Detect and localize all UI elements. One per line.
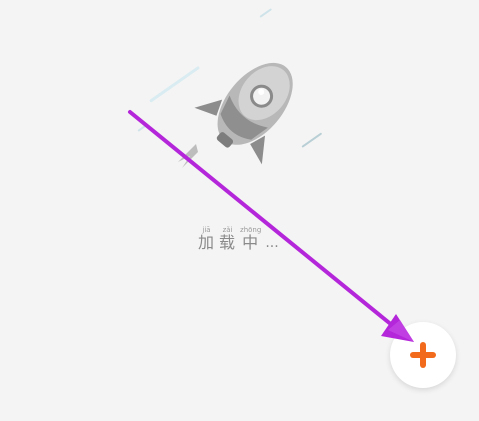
rocket-flame: [178, 144, 198, 168]
hanzi-label: 加: [198, 233, 216, 252]
loading-illustration: [120, 8, 340, 190]
loading-char: zhōng 中: [240, 226, 261, 252]
loading-text: jiā 加 zǎi 载 zhōng 中 ...: [198, 226, 279, 252]
hanzi-label: 中: [242, 233, 260, 252]
loading-char: jiā 加: [198, 226, 215, 252]
rocket-icon: [178, 62, 293, 168]
add-button[interactable]: [390, 322, 456, 388]
loading-char: zǎi 载: [219, 226, 236, 252]
speed-line: [259, 8, 273, 18]
loading-ellipsis: ...: [265, 235, 279, 251]
loading-screen: jiā 加 zǎi 载 zhōng 中 ...: [0, 0, 479, 421]
hanzi-label: 载: [219, 233, 237, 252]
plus-icon: [410, 342, 436, 368]
